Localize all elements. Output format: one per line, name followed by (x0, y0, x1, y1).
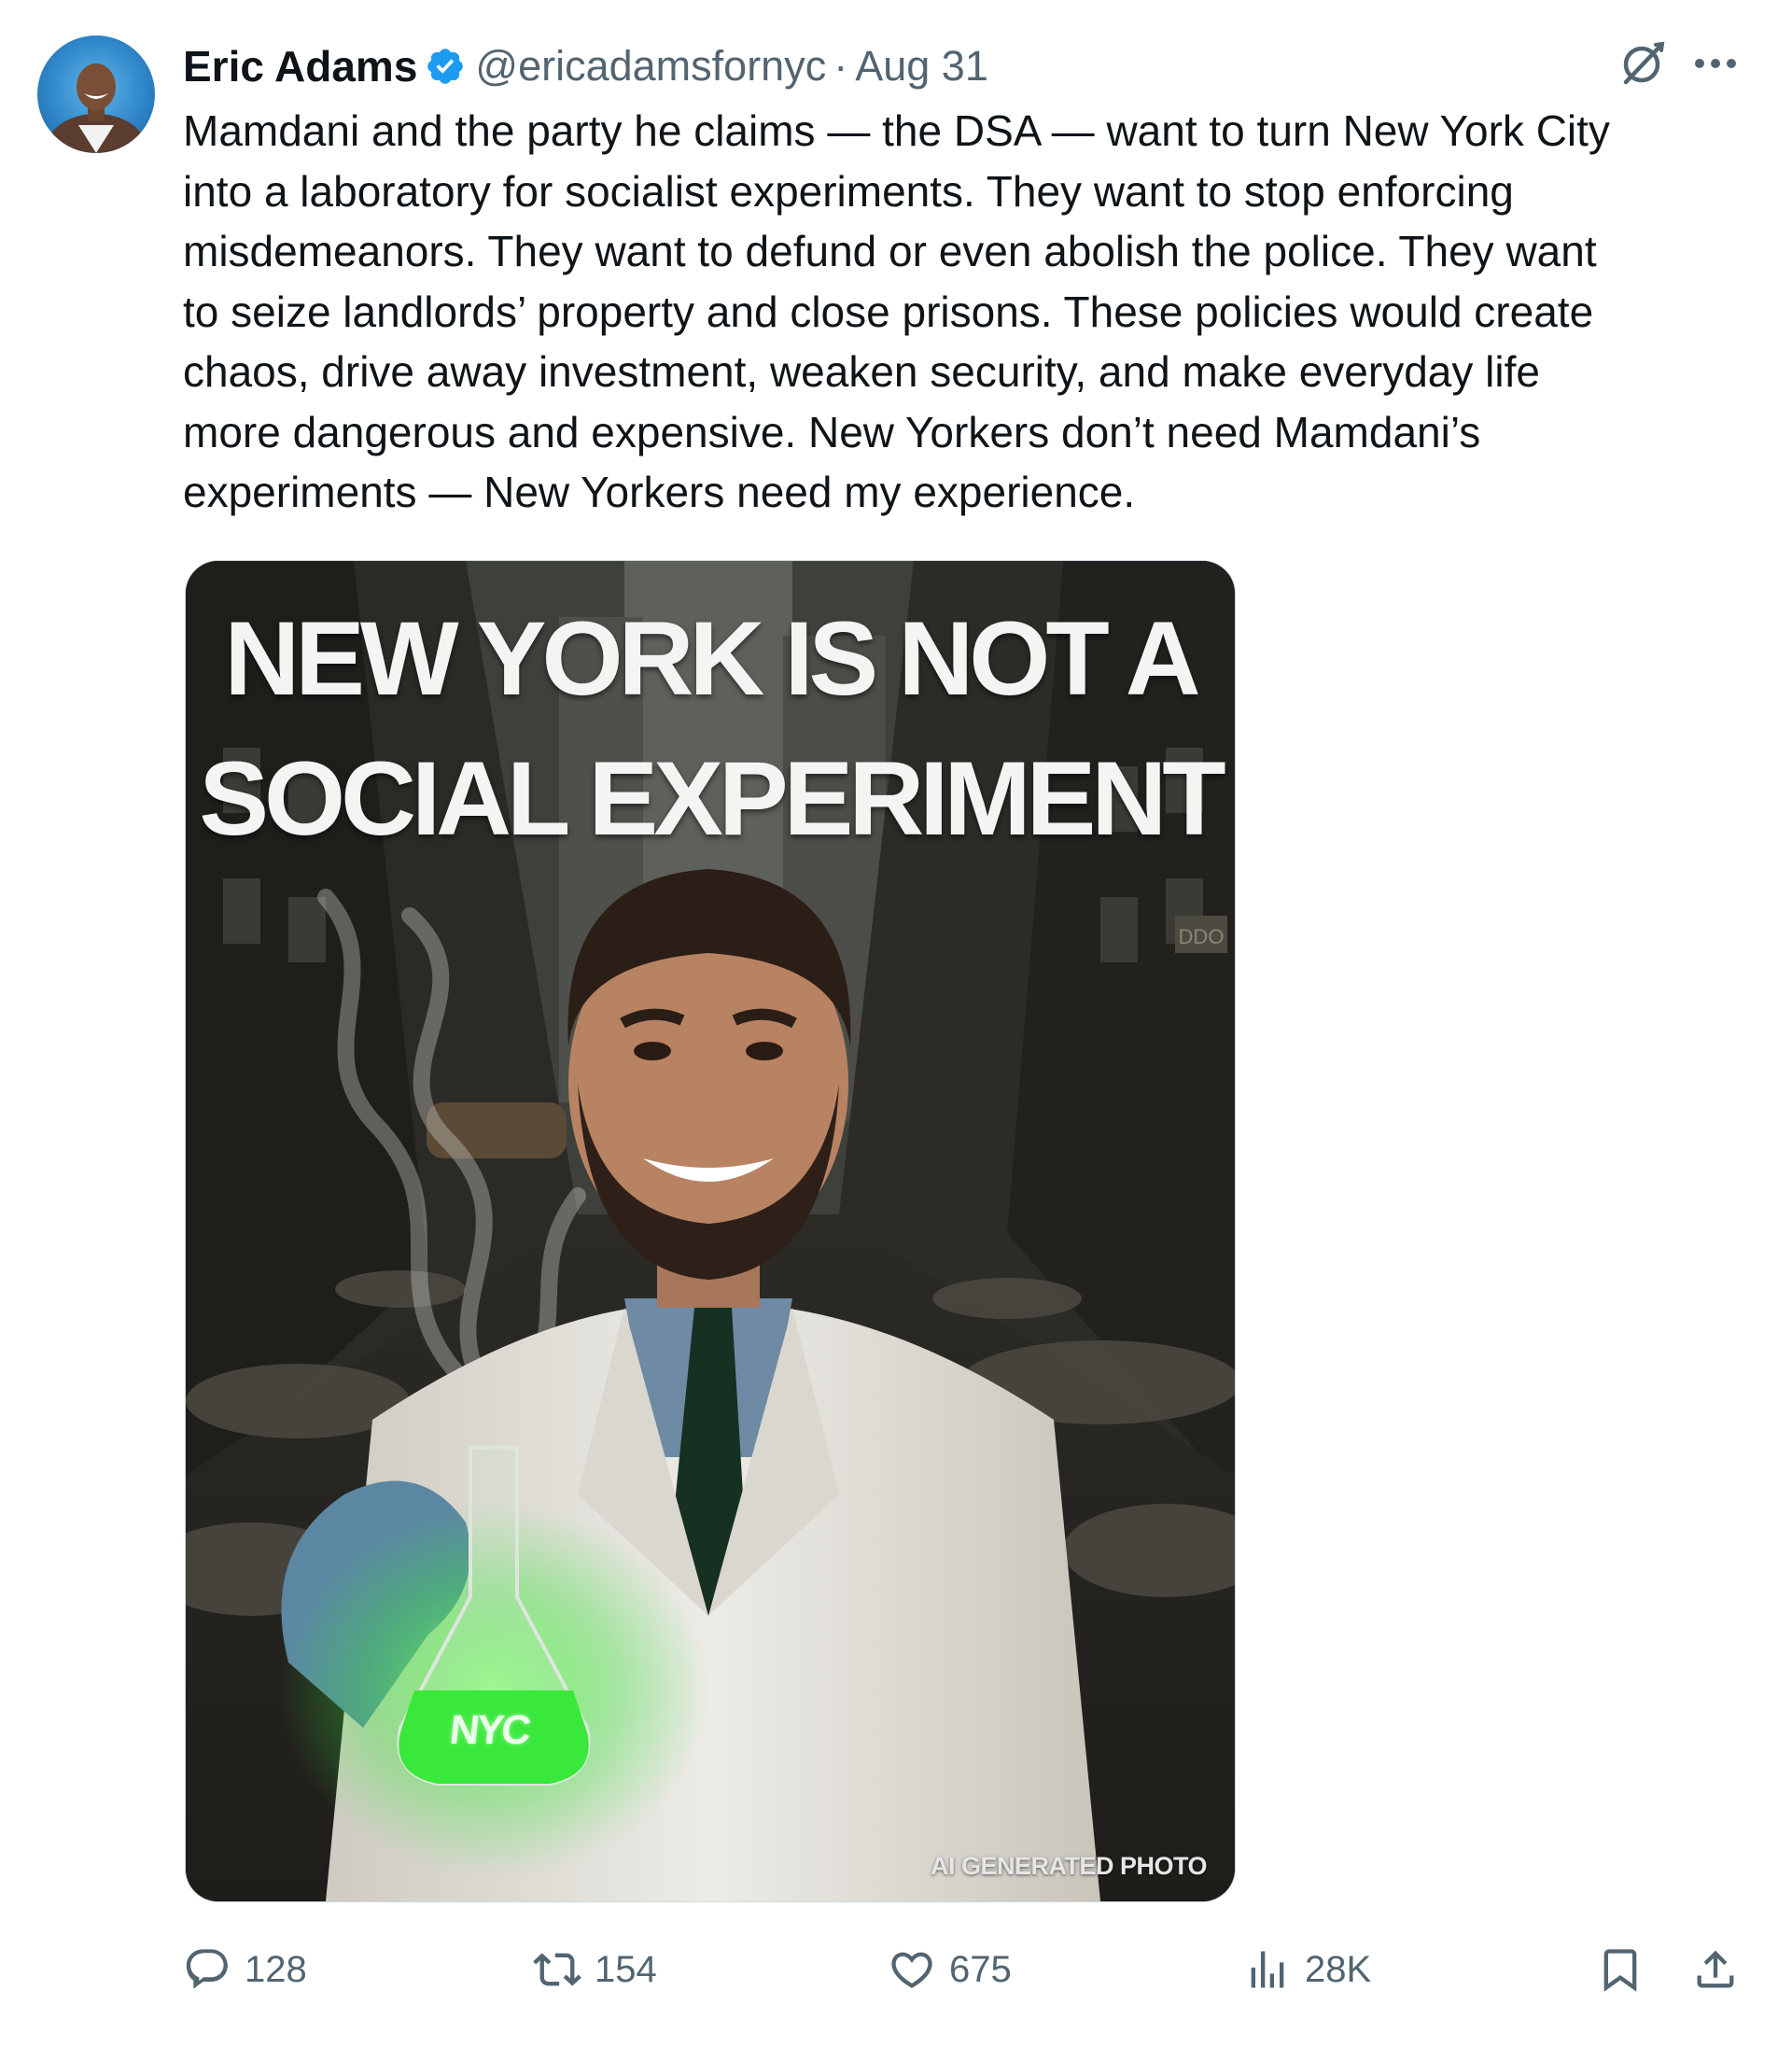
tweet: Eric Adams @ericadamsfornyc · Aug 31 Mam… (0, 0, 1792, 2047)
share-icon (1697, 1950, 1734, 1988)
header-separator: · (833, 42, 848, 90)
heart-icon (891, 1952, 932, 1988)
image-headline-line1: NEW YORK IS NOT A (224, 600, 1200, 717)
bookmark-button[interactable] (1596, 1942, 1645, 1998)
views-button[interactable]: 28K (1243, 1942, 1371, 1998)
tweet-date[interactable]: Aug 31 (855, 42, 988, 91)
author-handle[interactable]: @ericadamsfornyc (475, 42, 826, 91)
repost-button[interactable]: 154 (533, 1942, 657, 1998)
reply-icon (186, 1949, 228, 1989)
tweet-text: Mamdani and the party he claims — the DS… (183, 106, 1610, 516)
tweet-top-actions (1618, 39, 1738, 92)
like-button[interactable]: 675 (888, 1942, 1012, 1998)
more-icon[interactable] (1693, 57, 1738, 75)
share-button[interactable] (1691, 1942, 1740, 1998)
author-name[interactable]: Eric Adams (183, 41, 417, 91)
tweet-header: Eric Adams @ericadamsfornyc · Aug 31 (183, 37, 988, 95)
views-chart-icon (1251, 1951, 1284, 1988)
like-count: 675 (949, 1948, 1012, 1990)
tweet-image[interactable]: DDO NEW YORK IS NOT A SOCIAL EXPERIMENT … (185, 560, 1236, 1902)
repost-icon (533, 1953, 581, 1986)
store-sign: DDO (1179, 925, 1225, 948)
nyc-logo: NYC (447, 1707, 531, 1753)
image-headline-line2: SOCIAL EXPERIMENT (199, 740, 1225, 857)
action-bar: 128 154 675 28K (183, 1942, 1747, 1998)
reply-count: 128 (245, 1948, 307, 1990)
reply-button[interactable]: 128 (183, 1942, 307, 1998)
repost-count: 154 (595, 1948, 657, 1990)
bookmark-icon (1603, 1949, 1637, 1992)
ai-generated-label: AI GENERATED PHOTO (930, 1852, 1208, 1880)
grok-icon[interactable] (1618, 39, 1667, 92)
view-count: 28K (1305, 1948, 1372, 1990)
avatar[interactable] (37, 35, 155, 153)
verified-badge-icon (425, 46, 466, 87)
